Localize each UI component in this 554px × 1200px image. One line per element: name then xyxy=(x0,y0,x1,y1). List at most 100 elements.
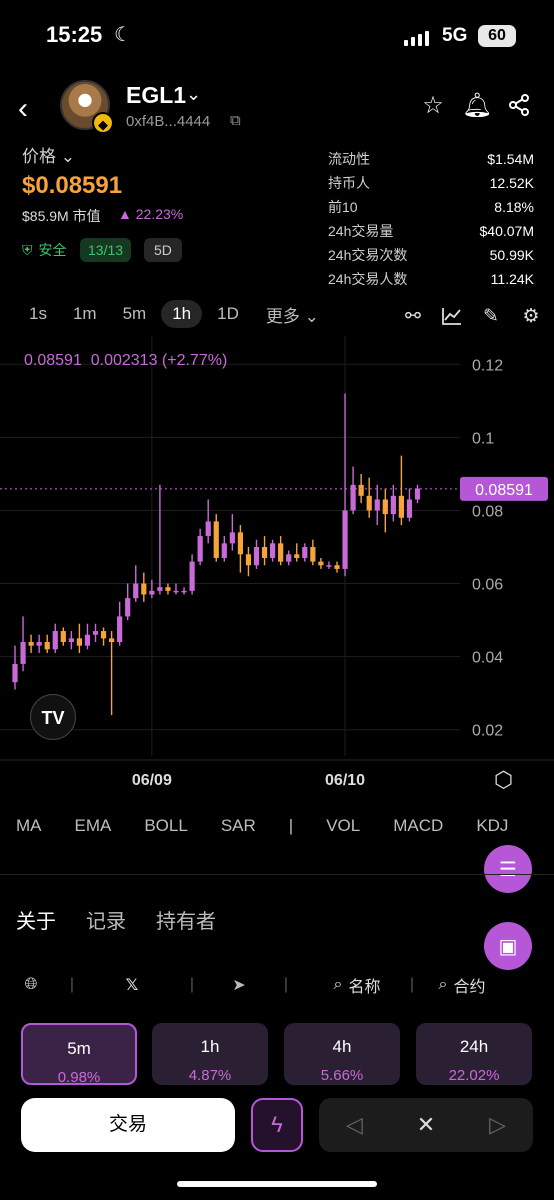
candle-body xyxy=(398,495,404,518)
x-icon[interactable]: 𝕏 xyxy=(98,975,166,995)
price-chart[interactable]: 0.12 0.1 0.08 0.06 0.04 0.02 06/09 06/10 0.08591 xyxy=(0,336,554,796)
bell-icon[interactable]: 🔔︎ xyxy=(462,90,492,120)
candle-body xyxy=(44,642,50,650)
indicator-kdj[interactable]: KDJ xyxy=(476,816,508,836)
candle-body xyxy=(342,510,348,569)
candle xyxy=(205,499,211,544)
tab-about[interactable]: 关于 xyxy=(16,905,56,934)
indicator-separator: | xyxy=(288,816,294,835)
candle xyxy=(326,561,332,569)
candle-body xyxy=(36,642,42,646)
candle xyxy=(36,634,42,653)
interval-1m[interactable]: 1m xyxy=(62,300,108,328)
compare-icon[interactable]: ⚯ xyxy=(400,303,426,329)
change-card-24h[interactable]: 24h 22.02% xyxy=(416,1023,532,1085)
safety-count[interactable]: 13/13 xyxy=(80,238,132,262)
search-name-link[interactable]: ⌕ 名称 xyxy=(312,973,402,997)
copy-icon[interactable]: ⧉ xyxy=(230,112,241,129)
candle xyxy=(117,601,123,646)
candle xyxy=(390,484,396,522)
next-icon[interactable]: ▷ xyxy=(489,1112,506,1138)
draw-icon[interactable]: ✎ xyxy=(478,303,504,329)
candle-body xyxy=(12,663,18,683)
candle-body xyxy=(125,598,131,617)
line-chart-icon[interactable] xyxy=(439,303,465,329)
change-card-4h[interactable]: 4h 5.66% xyxy=(284,1023,400,1085)
x-tick-label: 06/09 xyxy=(132,772,172,789)
change-card-1h[interactable]: 1h 4.87% xyxy=(152,1023,268,1085)
interval-1d[interactable]: 1D xyxy=(206,300,250,328)
indicator-vol[interactable]: VOL xyxy=(326,816,360,836)
back-icon[interactable]: ‹ xyxy=(18,92,28,126)
candle-body xyxy=(149,590,155,595)
candle-body xyxy=(229,532,235,544)
indicator-ema[interactable]: EMA xyxy=(75,816,112,836)
indicator-boll[interactable]: BOLL xyxy=(144,816,187,836)
candle-body xyxy=(133,583,139,599)
previous-icon[interactable]: ◁ xyxy=(346,1112,363,1138)
interval-5m[interactable]: 5m xyxy=(112,300,158,328)
share-icon[interactable] xyxy=(504,90,534,120)
candle-body xyxy=(326,565,332,567)
token-name[interactable]: EGL1 xyxy=(126,82,186,109)
price-change: ▲ 22.23% xyxy=(118,206,184,222)
search-contract-link[interactable]: ⌕ 合约 xyxy=(422,973,502,997)
candle-body xyxy=(245,554,252,566)
price-label[interactable]: 价格 ⌄ xyxy=(22,142,75,167)
candle-body xyxy=(253,547,260,566)
telegram-icon[interactable]: ➤ xyxy=(218,975,260,995)
candle-body xyxy=(286,554,292,562)
candle-body xyxy=(294,554,300,558)
indicator-bar: MA EMA BOLL SAR | VOL MACD KDJ xyxy=(16,816,541,836)
globe-icon[interactable]: 🌐︎ xyxy=(16,976,46,994)
stat-row: 流动性 $1.54M xyxy=(328,151,534,167)
safety-badge[interactable]: ⛨ 安全 xyxy=(22,238,67,262)
candle xyxy=(342,393,348,577)
candle-body xyxy=(157,587,163,591)
candle-body xyxy=(76,638,82,646)
current-price-label: 0.08591 xyxy=(475,482,533,499)
candle-body xyxy=(382,499,388,515)
trade-button[interactable]: 交易 xyxy=(21,1098,235,1152)
candle xyxy=(350,466,356,515)
candle xyxy=(366,477,372,518)
candle xyxy=(60,627,66,646)
tradingview-logo[interactable]: TV xyxy=(30,694,76,740)
interval-1h[interactable]: 1h xyxy=(161,300,203,328)
battery-icon: 60 xyxy=(478,25,516,47)
star-icon[interactable]: ☆ xyxy=(418,90,448,120)
candle-body xyxy=(109,638,115,643)
candle xyxy=(12,645,18,690)
stat-row: 24h交易人数 11.24K xyxy=(328,271,534,287)
indicator-macd[interactable]: MACD xyxy=(393,816,443,836)
links-row: 🌐︎ | 𝕏 | ➤ | ⌕ 名称 | ⌕ 合约 xyxy=(16,972,536,998)
tab-records[interactable]: 记录 xyxy=(86,905,126,934)
candle xyxy=(189,554,195,595)
candle xyxy=(221,536,227,562)
chart-settings-icon[interactable]: ⬡ xyxy=(494,767,513,793)
candle-body xyxy=(181,590,187,593)
quick-trade-bolt-icon[interactable]: ϟ xyxy=(251,1098,303,1152)
token-age: 5D xyxy=(144,238,182,262)
interval-1s[interactable]: 1s xyxy=(18,300,58,328)
candle xyxy=(157,484,163,595)
change-card-5m[interactable]: 5m 0.98% xyxy=(21,1023,137,1085)
candle-body xyxy=(92,631,99,635)
moon-icon: ☾ xyxy=(114,24,132,46)
more-intervals[interactable]: 更多 ⌄ xyxy=(266,302,319,327)
price-value: $0.08591 xyxy=(22,172,123,199)
indicator-sar[interactable]: SAR xyxy=(221,816,256,836)
candle-body xyxy=(318,561,324,566)
wallet-icon[interactable]: ▣ xyxy=(484,922,532,970)
settings-icon[interactable]: ⚙ xyxy=(518,303,544,329)
chevron-down-icon[interactable]: ⌄ xyxy=(186,84,201,105)
tab-holders[interactable]: 持有者 xyxy=(156,905,216,934)
indicator-ma[interactable]: MA xyxy=(16,816,42,836)
candle xyxy=(374,484,380,526)
signal-icon xyxy=(404,28,432,46)
search-list-icon[interactable]: ☰ xyxy=(484,845,532,893)
candle xyxy=(334,561,340,573)
close-icon[interactable]: ✕ xyxy=(417,1112,435,1138)
candle-body xyxy=(366,495,372,511)
x-tick-label: 06/10 xyxy=(325,772,365,789)
